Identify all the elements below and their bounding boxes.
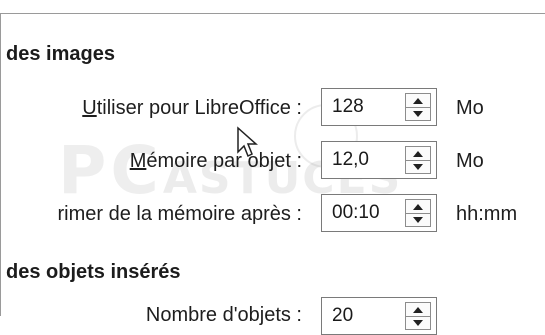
spin-up-icon[interactable] [406,147,430,161]
spin-buttons [405,146,431,174]
spin-buttons [405,302,431,330]
spin-buttons [405,93,431,121]
frame-border-left [0,13,1,316]
spinbox-value[interactable]: 12,0 [332,149,369,171]
spin-up-icon[interactable] [406,200,430,214]
spinbox-value[interactable]: 00:10 [332,202,380,224]
label-text: émoire par objet : [146,150,302,172]
label-mnemonic: M [129,150,147,172]
frame-border-top [0,13,545,14]
spinbox-value[interactable]: 20 [332,305,353,327]
unit-label: Mo [456,150,484,172]
spin-up-icon[interactable] [406,94,430,108]
spin-down-icon[interactable] [406,213,430,226]
label-text: rimer de la mémoire après : [57,203,302,225]
memory-per-object-spinbox[interactable]: 12,0 [321,141,437,179]
label-mnemonic: U [82,97,97,119]
unit-label: Mo [456,97,484,119]
label-text: tiliser pour LibreOffice : [96,97,302,119]
unit-label: hh:mm [456,203,518,225]
number-of-objects-spinbox[interactable]: 20 [321,297,437,335]
options-panel: PCASTUCES des images Utiliser pour Libre… [0,0,545,335]
label-text: Nombre d'objets : [145,304,302,326]
spin-down-icon[interactable] [406,316,430,329]
spin-down-icon[interactable] [406,160,430,173]
label-memory-per-object: Mémoire par objet : [130,150,302,173]
spin-buttons [405,199,431,227]
label-libreoffice-cache: Utiliser pour LibreOffice : [82,97,302,120]
remove-after-spinbox[interactable]: 00:10 [321,194,437,232]
section-title-images: des images [6,43,115,65]
mouse-cursor-icon [237,126,258,158]
label-remove-from-memory: rimer de la mémoire après : [57,203,302,226]
spin-down-icon[interactable] [406,107,430,120]
spinbox-value[interactable]: 128 [332,96,364,118]
section-title-objects: des objets insérés [6,261,181,283]
spin-up-icon[interactable] [406,303,430,317]
libreoffice-cache-spinbox[interactable]: 128 [321,88,437,126]
